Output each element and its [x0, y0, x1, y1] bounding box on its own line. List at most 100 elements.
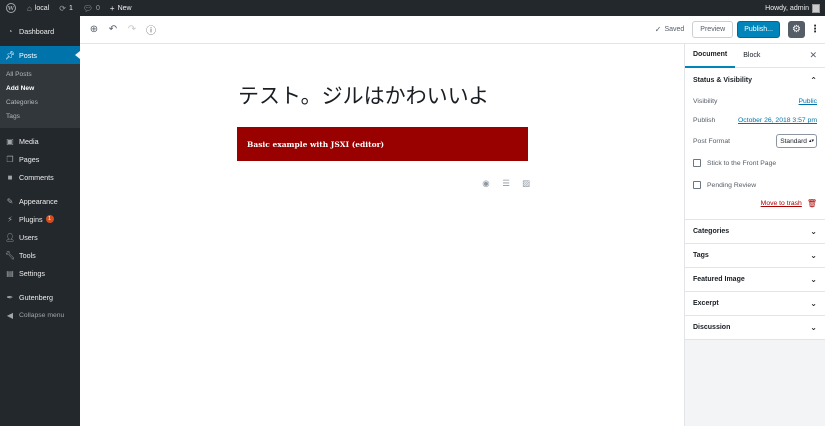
- collapse-menu-label: Collapse menu: [19, 311, 65, 319]
- post-format-select[interactable]: Standard ▴▾: [776, 134, 817, 148]
- sidebar-item-appearance[interactable]: ✎ Appearance: [0, 192, 80, 210]
- publish-button[interactable]: Publish...: [737, 21, 780, 38]
- sidebar-item-label: Tools: [19, 250, 36, 260]
- sidebar-item-users[interactable]: 👤︎ Users: [0, 228, 80, 246]
- submenu-all-posts[interactable]: All Posts: [0, 68, 80, 82]
- paintbrush-icon: ✎: [6, 196, 14, 206]
- sidebar-item-media[interactable]: ▣ Media: [0, 132, 80, 150]
- sidebar-item-settings[interactable]: ▤ Settings: [0, 264, 80, 282]
- panel-tabs: Document Block ✕: [685, 44, 825, 68]
- collapse-menu-button[interactable]: ◀ Collapse menu: [0, 306, 80, 324]
- status-visibility-header[interactable]: Status & Visibility ⌃: [693, 68, 817, 92]
- pending-review-row: Pending Review: [693, 174, 817, 196]
- document-settings-panel: Document Block ✕ Status & Visibility ⌃ V…: [684, 44, 825, 426]
- saved-status: ✓ Saved: [655, 25, 685, 34]
- wordpress-logo-icon[interactable]: W: [0, 0, 22, 16]
- stick-front-page-checkbox[interactable]: [693, 159, 701, 167]
- sidebar-item-dashboard[interactable]: ◔ Dashboard: [0, 22, 80, 40]
- plugin-icon: ⚡︎: [7, 214, 13, 224]
- visibility-toggle-link[interactable]: Public: [798, 98, 817, 105]
- pushpin-icon: 📌︎: [5, 50, 16, 60]
- chevron-up-icon: ⌃: [810, 75, 817, 85]
- visibility-label: Visibility: [693, 98, 718, 105]
- comments-link[interactable]: 💬︎ 0: [78, 0, 105, 16]
- featured-image-section-toggle[interactable]: Featured Image ⌄: [685, 268, 825, 292]
- updates-link[interactable]: ⟳ 1: [54, 0, 78, 16]
- content-info-button[interactable]: ⓘ: [142, 21, 160, 39]
- insert-list-icon[interactable]: ☰: [496, 178, 516, 189]
- post-format-label: Post Format: [693, 137, 731, 145]
- preview-button[interactable]: Preview: [692, 21, 734, 38]
- settings-toggle-button[interactable]: ⚙: [788, 21, 805, 38]
- checkmark-icon: ✓: [654, 25, 662, 34]
- sidebar-item-posts[interactable]: 📌︎ Posts: [0, 46, 80, 64]
- comment-bubble-icon: 💬︎: [82, 3, 94, 13]
- submenu-tags[interactable]: Tags: [0, 110, 80, 124]
- comments-icon: ■: [7, 172, 13, 182]
- trash-icon: 🗑︎: [806, 198, 817, 208]
- tab-document[interactable]: Document: [685, 44, 736, 68]
- sidebar-item-label: Comments: [19, 172, 54, 182]
- account-menu[interactable]: Howdy, admin: [760, 0, 825, 16]
- dashboard-icon: ◔: [7, 26, 13, 36]
- publish-row: Publish October 26, 2018 3:57 pm: [693, 111, 817, 130]
- post-format-value: Standard: [780, 137, 807, 145]
- pages-icon: ❐: [6, 154, 14, 164]
- quick-inserters: ◉ ☰ ▨: [476, 178, 536, 189]
- updates-icon: ⟳: [59, 3, 66, 13]
- redo-button[interactable]: ↷: [123, 21, 141, 39]
- stick-front-page-label: Stick to the Front Page: [707, 159, 777, 167]
- submenu-categories[interactable]: Categories: [0, 96, 80, 110]
- sidebar-item-label: Gutenberg: [19, 292, 53, 302]
- discussion-section-toggle[interactable]: Discussion ⌄: [685, 316, 825, 340]
- sidebar-item-tools[interactable]: 🔧︎ Tools: [0, 246, 80, 264]
- site-name-link[interactable]: ⌂ local: [22, 0, 54, 16]
- add-block-button[interactable]: ⊕: [85, 21, 103, 39]
- wrench-icon: 🔧︎: [5, 250, 16, 260]
- pending-review-checkbox[interactable]: [693, 181, 701, 189]
- vertical-ellipsis-icon: ⋮: [810, 24, 820, 35]
- submenu-add-new[interactable]: Add New: [0, 82, 80, 96]
- new-label: New: [117, 4, 132, 12]
- sidebar-item-comments[interactable]: ■ Comments: [0, 168, 80, 186]
- admin-sidebar: ◔ Dashboard 📌︎ Posts All Posts Add New C…: [0, 16, 80, 426]
- section-title: Excerpt: [693, 300, 719, 307]
- publish-label: Publish: [693, 117, 716, 124]
- editor-canvas: テスト。ジルはかわいいよ Basic example with JSXI (ed…: [80, 44, 684, 426]
- move-to-trash-link[interactable]: Move to trash: [761, 200, 802, 207]
- sidebar-item-plugins[interactable]: ⚡︎ Plugins 1: [0, 210, 80, 228]
- status-visibility-section: Status & Visibility ⌃ Visibility Public …: [685, 68, 825, 220]
- new-content-link[interactable]: + New: [105, 0, 137, 16]
- undo-button[interactable]: ↶: [104, 21, 122, 39]
- tags-section-toggle[interactable]: Tags ⌄: [685, 244, 825, 268]
- editor-header-toolbar: ⊕ ↶ ↷ ⓘ ✓ Saved Preview Publish... ⚙ ⋮: [80, 16, 825, 44]
- plus-icon: +: [109, 3, 115, 13]
- tab-block[interactable]: Block: [735, 44, 768, 68]
- categories-section-toggle[interactable]: Categories ⌄: [685, 220, 825, 244]
- more-options-button[interactable]: ⋮: [809, 21, 821, 38]
- section-title: Tags: [693, 252, 709, 259]
- excerpt-section-toggle[interactable]: Excerpt ⌄: [685, 292, 825, 316]
- redo-icon: ↷: [127, 24, 137, 35]
- visibility-row: Visibility Public: [693, 92, 817, 111]
- sidebar-item-label: Plugins: [19, 214, 43, 224]
- post-title-field[interactable]: テスト。ジルはかわいいよ: [238, 80, 489, 110]
- block-text: Basic example with JSXI (editor): [247, 139, 385, 149]
- chevron-down-icon: ⌄: [810, 227, 817, 236]
- sidebar-item-label: Posts: [19, 50, 37, 60]
- greeting-label: Howdy, admin: [765, 4, 809, 12]
- insert-block-globe-icon[interactable]: ◉: [476, 178, 496, 189]
- sidebar-item-label: Dashboard: [19, 26, 55, 36]
- plus-circle-icon: ⊕: [89, 24, 99, 35]
- close-panel-icon[interactable]: ✕: [809, 50, 817, 61]
- chevron-down-icon: ⌄: [810, 299, 817, 308]
- collapse-arrow-icon: ◀: [6, 310, 14, 320]
- gutenberg-pen-icon: ✒: [6, 292, 14, 302]
- insert-image-icon[interactable]: ▨: [516, 178, 536, 189]
- post-format-row: Post Format Standard ▴▾: [693, 130, 817, 152]
- home-icon: ⌂: [27, 3, 32, 13]
- sidebar-item-pages[interactable]: ❐ Pages: [0, 150, 80, 168]
- jsx-example-block[interactable]: Basic example with JSXI (editor): [237, 127, 528, 161]
- publish-date-link[interactable]: October 26, 2018 3:57 pm: [738, 117, 817, 124]
- sidebar-item-gutenberg[interactable]: ✒ Gutenberg: [0, 288, 80, 306]
